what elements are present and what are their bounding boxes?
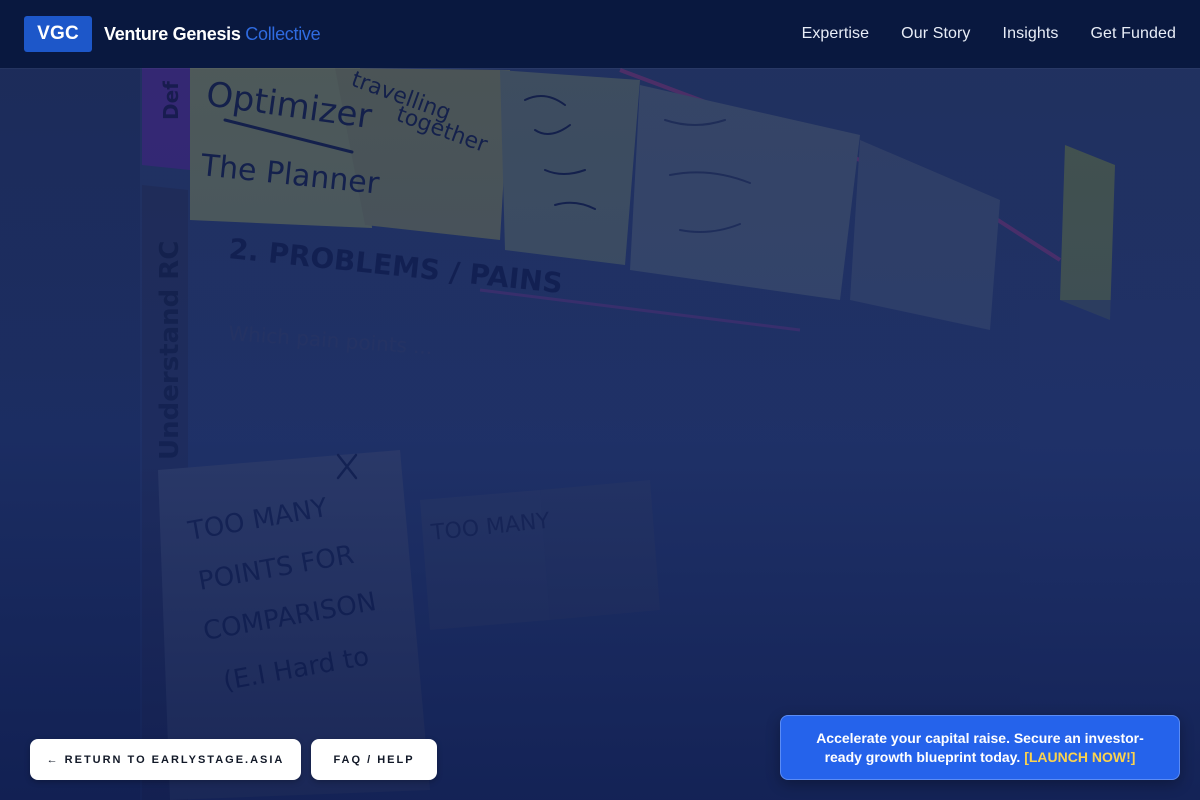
faq-help-button[interactable]: FAQ / HELP [311, 739, 437, 780]
brand-name: Venture Genesis Collective [104, 23, 321, 45]
hero-overlay [0, 0, 1200, 800]
hero-background: Optimizer The Planner travelling togethe… [0, 0, 1200, 800]
footer-button-group: ← RETURN TO EARLYSTAGE.ASIA FAQ / HELP [30, 739, 437, 780]
cta-launch-link[interactable]: [LAUNCH NOW!] [1024, 749, 1135, 765]
brand-name-accent: Collective [245, 23, 321, 44]
brand-logo-link[interactable]: VGC Venture Genesis Collective [24, 16, 321, 52]
cta-message: Accelerate your capital raise. Secure an… [803, 729, 1157, 767]
main-nav: Expertise Our Story Insights Get Funded [802, 25, 1176, 43]
brand-name-primary: Venture Genesis [104, 23, 241, 44]
nav-item-expertise[interactable]: Expertise [802, 25, 870, 43]
nav-item-get-funded[interactable]: Get Funded [1091, 25, 1177, 43]
site-header: VGC Venture Genesis Collective Expertise… [0, 0, 1200, 68]
brand-badge: VGC [24, 16, 92, 52]
nav-item-our-story[interactable]: Our Story [901, 25, 970, 43]
cta-banner[interactable]: Accelerate your capital raise. Secure an… [780, 715, 1180, 780]
nav-item-insights[interactable]: Insights [1003, 25, 1059, 43]
return-to-earlystage-button[interactable]: ← RETURN TO EARLYSTAGE.ASIA [30, 739, 301, 780]
